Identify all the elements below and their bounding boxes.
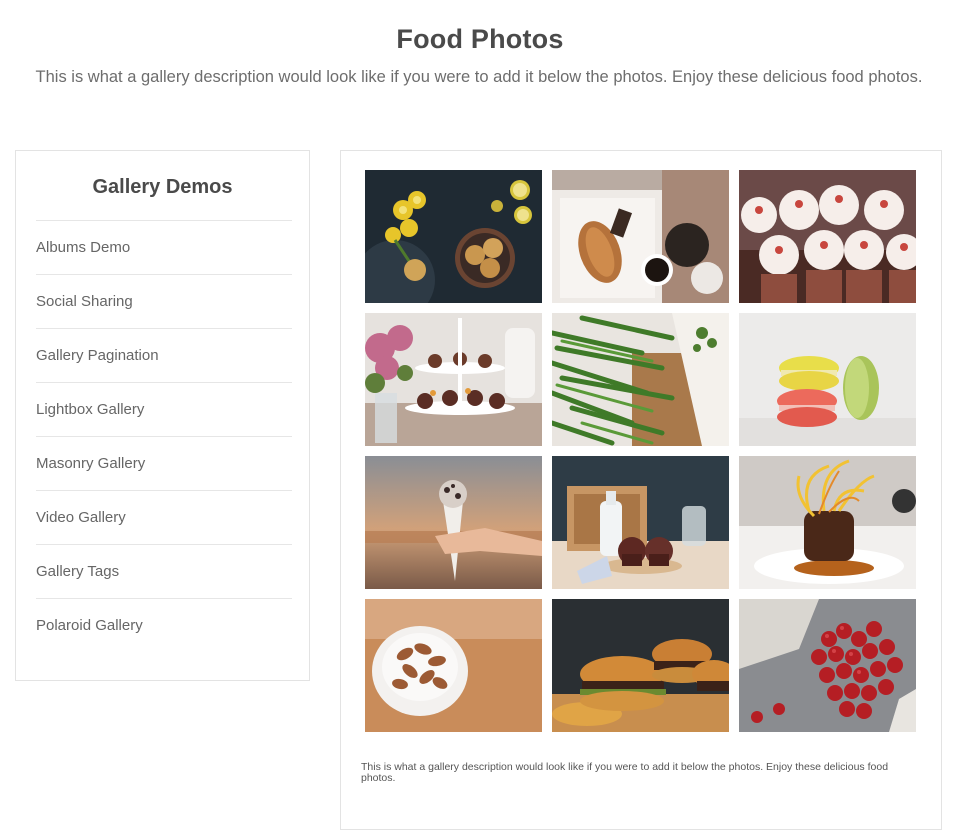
sidebar-list: Albums Demo Social Sharing Gallery Pagin… — [36, 220, 292, 652]
macarons-photo[interactable] — [739, 313, 916, 446]
almonds-bowl-photo[interactable] — [365, 599, 542, 732]
cupcakes-photo[interactable] — [739, 170, 916, 303]
plated-dish-photo[interactable] — [739, 456, 916, 589]
page-title: Food Photos — [396, 24, 564, 54]
sidebar-item-masonry-gallery[interactable]: Masonry Gallery — [36, 436, 292, 490]
sidebar-gallery-demos: Gallery Demos Albums Demo Social Sharing… — [15, 150, 310, 681]
sidebar-title: Gallery Demos — [92, 176, 233, 198]
gallery-caption: This is what a gallery description would… — [361, 761, 889, 784]
gallery-panel: This is what a gallery description would… — [340, 150, 942, 830]
page-description: This is what a gallery description would… — [35, 68, 923, 86]
sidebar-item-lightbox-gallery[interactable]: Lightbox Gallery — [36, 382, 292, 436]
sidebar-item-gallery-pagination[interactable]: Gallery Pagination — [36, 328, 292, 382]
daffodils-lemons-cookies-photo[interactable] — [365, 170, 542, 303]
sidebar-item-albums-demo[interactable]: Albums Demo — [36, 220, 292, 274]
croissant-coffee-photo[interactable] — [552, 170, 729, 303]
flowers-dessert-stand-photo[interactable] — [365, 313, 542, 446]
cherries-photo[interactable] — [739, 599, 916, 732]
burgers-photo[interactable] — [552, 599, 729, 732]
sidebar-item-social-sharing[interactable]: Social Sharing — [36, 274, 292, 328]
sidebar-item-video-gallery[interactable]: Video Gallery — [36, 490, 292, 544]
ice-cream-cone-photo[interactable] — [365, 456, 542, 589]
milk-muffins-photo[interactable] — [552, 456, 729, 589]
sidebar-item-gallery-tags[interactable]: Gallery Tags — [36, 544, 292, 598]
sidebar-item-polaroid-gallery[interactable]: Polaroid Gallery — [36, 598, 292, 652]
green-beans-photo[interactable] — [552, 313, 729, 446]
